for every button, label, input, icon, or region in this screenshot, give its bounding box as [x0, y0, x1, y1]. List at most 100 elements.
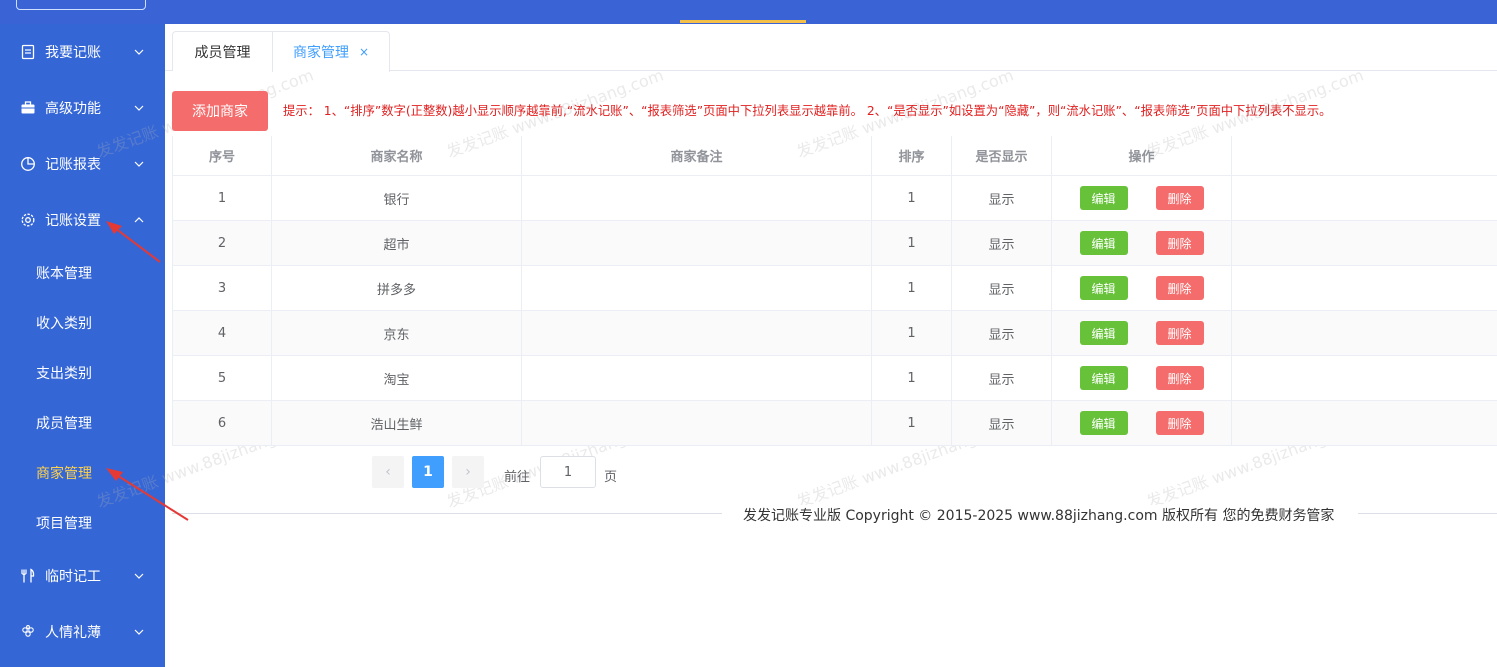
cell-visible: 显示	[952, 401, 1052, 445]
briefcase-icon	[20, 100, 36, 116]
edit-button[interactable]: 编辑	[1079, 186, 1128, 210]
utensils-icon	[20, 568, 36, 584]
delete-button[interactable]: 删除	[1155, 411, 1204, 435]
sidebar-item-settings[interactable]: 记账设置	[0, 192, 165, 248]
cell-index: 2	[172, 221, 272, 265]
cell-merchant-name: 京东	[272, 311, 522, 355]
cell-actions: 编辑 删除	[1052, 311, 1232, 355]
table-header-row: 序号 商家名称 商家备注 排序 是否显示 操作	[172, 136, 1497, 176]
cell-merchant-name: 银行	[272, 176, 522, 220]
tab-members[interactable]: 成员管理	[172, 31, 272, 71]
column-header: 是否显示	[952, 136, 1052, 175]
edit-button[interactable]: 编辑	[1079, 411, 1128, 435]
prev-page-button[interactable]: ‹	[372, 456, 404, 488]
cell-visible: 显示	[952, 266, 1052, 310]
cell-visible: 显示	[952, 221, 1052, 265]
sidebar-item-label: 我要记账	[45, 45, 101, 61]
sidebar-subitem-income-category[interactable]: 收入类别	[0, 298, 165, 348]
cell-actions: 编辑 删除	[1052, 356, 1232, 400]
footer-divider	[172, 513, 722, 514]
pie-chart-icon	[20, 156, 36, 172]
tab-label: 商家管理	[292, 45, 349, 61]
cell-visible: 显示	[952, 356, 1052, 400]
sidebar-item-advanced[interactable]: 高级功能	[0, 80, 165, 136]
goto-page-input[interactable]	[540, 456, 596, 488]
gear-icon	[20, 212, 36, 228]
sidebar-item-label: 临时记工	[45, 569, 101, 585]
column-header: 商家名称	[272, 136, 522, 175]
brand-logo[interactable]	[16, 0, 146, 10]
footer-copyright: 发发记账专业版 Copyright © 2015-2025 www.88jizh…	[743, 505, 1335, 525]
edit-button[interactable]: 编辑	[1079, 321, 1128, 345]
edit-button[interactable]: 编辑	[1079, 366, 1128, 390]
sidebar-subitem-label: 账本管理	[36, 266, 92, 282]
sidebar-subitem-merchants[interactable]: 商家管理	[0, 448, 165, 498]
next-page-button[interactable]: ›	[452, 456, 484, 488]
cell-order: 1	[872, 221, 952, 265]
cell-merchant-note	[522, 356, 872, 400]
sidebar-subitem-label: 项目管理	[36, 516, 92, 532]
table-row: 1 银行 1 显示 编辑 删除	[172, 176, 1497, 221]
footer-divider	[1358, 513, 1497, 514]
cell-index: 6	[172, 401, 272, 445]
document-icon	[20, 44, 36, 60]
chevron-down-icon	[134, 49, 144, 55]
cell-actions: 编辑 删除	[1052, 401, 1232, 445]
cell-visible: 显示	[952, 311, 1052, 355]
sidebar-subitem-label: 成员管理	[36, 416, 92, 432]
sidebar-subitem-members[interactable]: 成员管理	[0, 398, 165, 448]
cell-order: 1	[872, 311, 952, 355]
tab-bar: 成员管理 商家管理 ×	[165, 24, 1497, 72]
add-merchant-button[interactable]: 添加商家	[172, 91, 268, 131]
column-header: 商家备注	[522, 136, 872, 175]
sidebar-item-reports[interactable]: 记账报表	[0, 136, 165, 192]
cell-index: 4	[172, 311, 272, 355]
cell-merchant-note	[522, 266, 872, 310]
cell-merchant-note	[522, 221, 872, 265]
sidebar-item-label: 记账报表	[45, 157, 101, 173]
sidebar: 我要记账 高级功能 记账报表 记账设置 账本管理 收入类别 支出类别 成员管理 …	[0, 24, 165, 667]
delete-button[interactable]: 删除	[1155, 276, 1204, 300]
sidebar-item-label: 记账设置	[45, 213, 101, 229]
tab-label: 成员管理	[194, 44, 251, 61]
cell-order: 1	[872, 401, 952, 445]
chevron-down-icon	[134, 161, 144, 167]
edit-button[interactable]: 编辑	[1079, 276, 1128, 300]
top-header	[0, 0, 1497, 24]
page-number-current[interactable]: 1	[412, 456, 444, 488]
cell-order: 1	[872, 356, 952, 400]
sidebar-subitem-ledger[interactable]: 账本管理	[0, 248, 165, 298]
column-header: 序号	[172, 136, 272, 175]
table-row: 3 拼多多 1 显示 编辑 删除	[172, 266, 1497, 311]
chevron-down-icon	[134, 573, 144, 579]
delete-button[interactable]: 删除	[1155, 321, 1204, 345]
cell-merchant-name: 浩山生鲜	[272, 401, 522, 445]
table-row: 5 淘宝 1 显示 编辑 删除	[172, 356, 1497, 401]
cell-visible: 显示	[952, 176, 1052, 220]
edit-button[interactable]: 编辑	[1079, 231, 1128, 255]
sidebar-item-bookkeeping[interactable]: 我要记账	[0, 24, 165, 80]
table-row: 4 京东 1 显示 编辑 删除	[172, 311, 1497, 356]
sidebar-item-gifts[interactable]: 人情礼薄	[0, 604, 165, 660]
cell-merchant-note	[522, 176, 872, 220]
column-header: 排序	[872, 136, 952, 175]
cell-merchant-name: 拼多多	[272, 266, 522, 310]
tab-merchants[interactable]: 商家管理 ×	[272, 31, 390, 72]
delete-button[interactable]: 删除	[1155, 366, 1204, 390]
sidebar-item-temp-work[interactable]: 临时记工	[0, 548, 165, 604]
sidebar-subitem-projects[interactable]: 项目管理	[0, 498, 165, 548]
table-row: 6 浩山生鲜 1 显示 编辑 删除	[172, 401, 1497, 446]
cell-index: 1	[172, 176, 272, 220]
delete-button[interactable]: 删除	[1155, 186, 1204, 210]
cell-merchant-name: 超市	[272, 221, 522, 265]
cell-merchant-note	[522, 401, 872, 445]
cell-merchant-note	[522, 311, 872, 355]
close-icon[interactable]: ×	[359, 45, 369, 59]
delete-button[interactable]: 删除	[1155, 231, 1204, 255]
sidebar-subitem-label: 支出类别	[36, 366, 92, 382]
chevron-up-icon	[134, 217, 144, 223]
sidebar-item-label: 高级功能	[45, 101, 101, 117]
sidebar-subitem-expense-category[interactable]: 支出类别	[0, 348, 165, 398]
column-header: 操作	[1052, 136, 1232, 175]
cell-order: 1	[872, 266, 952, 310]
